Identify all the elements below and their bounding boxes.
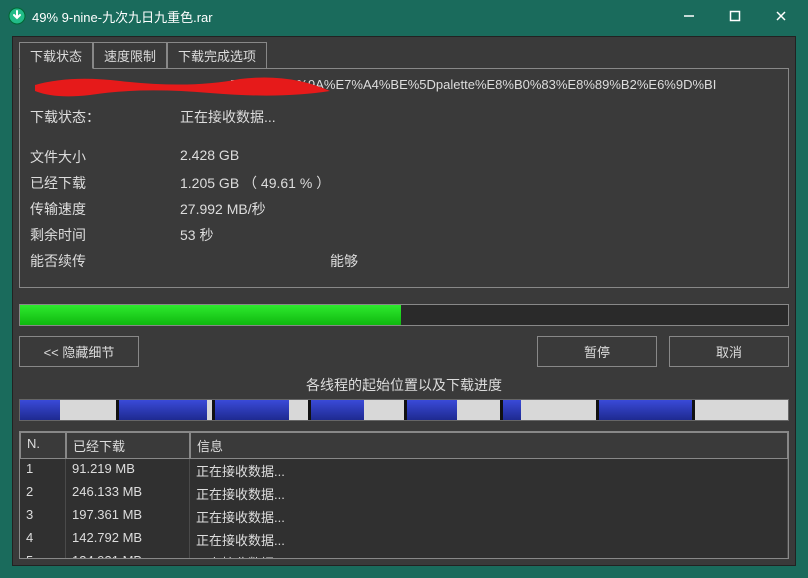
speed-value: 27.992 MB/秒 [180,199,778,219]
status-label: 下载状态： [30,107,180,127]
speed-label: 传输速度 [30,199,180,219]
remaining-value: 53 秒 [180,225,778,245]
status-row: 下载状态： 正在接收数据... [30,107,778,127]
td-number: 3 [20,505,66,528]
redaction-mark [30,77,340,99]
hide-details-button[interactable]: << 隐藏细节 [19,336,139,367]
overall-progress-fill [20,305,401,325]
resume-label: 能否续传 [30,251,180,271]
thread-segment [308,400,404,420]
td-number: 5 [20,551,66,558]
titlebar: 49% 9-nine-九次九日九重色.rar [0,0,808,32]
size-row: 文件大小 2.428 GB [30,147,778,167]
remaining-row: 剩余时间 53 秒 [30,225,778,245]
td-downloaded: 134.931 MB [66,551,190,558]
td-info: 正在接收数据... [190,551,788,558]
table-row[interactable]: 191.219 MB正在接收数据... [20,459,788,482]
downloaded-label: 已经下载 [30,173,180,193]
thread-segment [692,400,788,420]
resume-value: 能够 [180,251,778,271]
idm-icon [8,7,26,25]
pause-button[interactable]: 暂停 [537,336,657,367]
cancel-button[interactable]: 取消 [669,336,789,367]
thread-segment [500,400,596,420]
tab-complete-options[interactable]: 下载完成选项 [167,42,267,69]
thread-segment [596,400,692,420]
thread-segment [212,400,308,420]
resume-row: 能否续传 能够 [30,251,778,271]
overall-progress [19,304,789,326]
td-number: 4 [20,528,66,551]
table-row[interactable]: 3197.361 MB正在接收数据... [20,505,788,528]
td-downloaded: 246.133 MB [66,482,190,505]
td-info: 正在接收数据... [190,505,788,528]
close-button[interactable] [758,2,804,30]
tab-speed-limit[interactable]: 速度限制 [93,42,167,69]
td-info: 正在接收数据... [190,482,788,505]
maximize-button[interactable] [712,2,758,30]
button-row: << 隐藏细节 暂停 取消 [19,336,789,367]
status-panel: D%E4%BC%9A%E7%A4%BE%5Dpalette%E8%B0%83%E… [19,68,789,288]
thread-segment [20,400,116,420]
size-value: 2.428 GB [180,147,778,167]
td-downloaded: 197.361 MB [66,505,190,528]
threads-table: N. 已经下载 信息 191.219 MB正在接收数据...2246.133 M… [19,431,789,559]
speed-row: 传输速度 27.992 MB/秒 [30,199,778,219]
window-controls [666,2,804,30]
table-row[interactable]: 5134.931 MB正在接收数据... [20,551,788,558]
threads-title: 各线程的起始位置以及下载进度 [19,375,789,395]
window-title: 49% 9-nine-九次九日九重色.rar [32,7,666,26]
table-header: N. 已经下载 信息 [20,432,788,459]
tab-status[interactable]: 下载状态 [19,42,93,69]
td-downloaded: 142.792 MB [66,528,190,551]
td-info: 正在接收数据... [190,459,788,482]
url-line: D%E4%BC%9A%E7%A4%BE%5Dpalette%E8%B0%83%E… [30,77,778,99]
size-label: 文件大小 [30,147,180,167]
table-row[interactable]: 2246.133 MB正在接收数据... [20,482,788,505]
content-area: 下载状态 速度限制 下载完成选项 D%E4%BC%9A%E7%A4%BE%5Dp… [12,36,796,566]
thread-segment [404,400,500,420]
td-number: 1 [20,459,66,482]
downloaded-value: 1.205 GB （ 49.61 % ） [180,173,778,193]
download-window: 49% 9-nine-九次九日九重色.rar 下载状态 速度限制 下载完成选项 … [0,0,808,578]
table-body[interactable]: 191.219 MB正在接收数据...2246.133 MB正在接收数据...3… [20,459,788,558]
remaining-label: 剩余时间 [30,225,180,245]
table-row[interactable]: 4142.792 MB正在接收数据... [20,528,788,551]
th-info[interactable]: 信息 [190,432,788,459]
thread-progress-bar [19,399,789,421]
status-value: 正在接收数据... [180,107,778,127]
downloaded-row: 已经下载 1.205 GB （ 49.61 % ） [30,173,778,193]
th-number[interactable]: N. [20,432,66,459]
thread-segment [116,400,212,420]
tabs: 下载状态 速度限制 下载完成选项 [19,41,789,68]
th-downloaded[interactable]: 已经下载 [66,432,190,459]
td-info: 正在接收数据... [190,528,788,551]
td-number: 2 [20,482,66,505]
minimize-button[interactable] [666,2,712,30]
td-downloaded: 91.219 MB [66,459,190,482]
